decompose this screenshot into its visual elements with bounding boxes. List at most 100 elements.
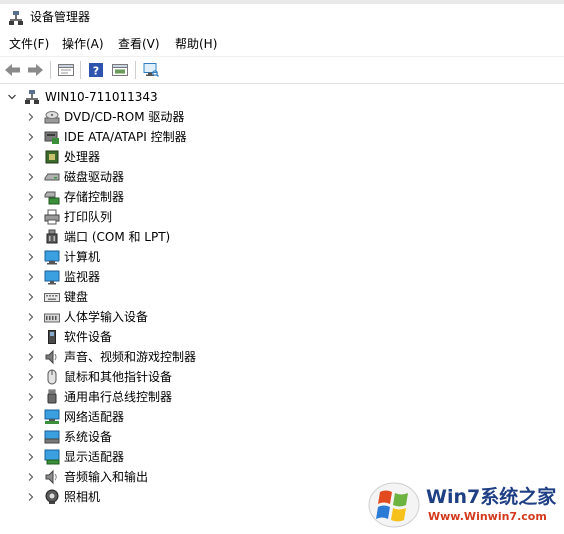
update-driver-icon[interactable] [109,59,131,81]
menu-help[interactable]: 帮助(H) [175,36,217,52]
disk-drive-icon [44,169,60,185]
svg-text:?: ? [93,65,99,78]
forward-arrow-icon[interactable] [24,59,46,81]
expand-chevron-icon[interactable] [25,427,37,447]
tree-node[interactable]: 端口 (COM 和 LPT) [0,227,564,247]
tree-node[interactable]: 处理器 [0,147,564,167]
tree-node[interactable]: 网络适配器 [0,407,564,427]
expand-chevron-icon[interactable] [25,167,37,187]
help-icon[interactable]: ? [85,59,107,81]
tree-node[interactable]: 键盘 [0,287,564,307]
tree-node[interactable]: 人体学输入设备 [0,307,564,327]
processor-icon [44,149,60,165]
camera-icon [44,489,60,505]
audio-io-icon [44,469,60,485]
expand-chevron-icon[interactable] [25,407,37,427]
menu-file[interactable]: 文件(F) [9,36,49,52]
tree-node[interactable]: 显示适配器 [0,447,564,467]
tree-node[interactable]: 软件设备 [0,327,564,347]
tree-node[interactable]: 通用串行总线控制器 [0,387,564,407]
tree-node-label: 通用串行总线控制器 [64,390,173,404]
tree-node[interactable]: 系统设备 [0,427,564,447]
menu-action[interactable]: 操作(A) [62,36,104,52]
hid-icon [44,309,60,325]
port-icon [44,229,60,245]
tree-node-label: 系统设备 [64,430,113,444]
tree-node-label: 键盘 [64,290,89,304]
storage-controller-icon [44,189,60,205]
printer-icon [44,209,60,225]
expand-chevron-icon[interactable] [25,147,37,167]
usb-icon [44,389,60,405]
tree-node[interactable]: 磁盘驱动器 [0,167,564,187]
win7-watermark-logo: Win7系统之家 Www.Winwin7.com [366,478,558,530]
tree-node[interactable]: 监视器 [0,267,564,287]
windows-flag-icon [368,482,420,528]
display-adapter-icon [44,449,60,465]
expand-chevron-icon[interactable] [25,207,37,227]
tree-node[interactable]: 打印队列 [0,207,564,227]
tree-node-label: 网络适配器 [64,410,125,424]
tree-node[interactable]: IDE ATA/ATAPI 控制器 [0,127,564,147]
scan-hardware-icon[interactable] [140,59,162,81]
expand-chevron-icon[interactable] [25,467,37,487]
menu-view[interactable]: 查看(V) [118,36,160,52]
expand-chevron-icon[interactable] [25,187,37,207]
tree-node-label: 声音、视频和游戏控制器 [64,350,197,364]
computer-network-icon [24,89,40,105]
tree-node[interactable]: DVD/CD-ROM 驱动器 [0,107,564,127]
properties-icon[interactable] [55,59,77,81]
tree-node-label: 人体学输入设备 [64,310,149,324]
tree-node-label: IDE ATA/ATAPI 控制器 [64,130,187,144]
expand-chevron-icon[interactable] [25,287,37,307]
tree-node-label: 磁盘驱动器 [64,170,125,184]
collapse-chevron-icon[interactable] [6,87,18,107]
expand-chevron-icon[interactable] [25,227,37,247]
menu-bar: 文件(F) 操作(A) 查看(V) 帮助(H) [0,33,564,55]
tree-node-label: 计算机 [64,250,101,264]
tree-node[interactable]: 声音、视频和游戏控制器 [0,347,564,367]
expand-chevron-icon[interactable] [25,387,37,407]
tree-node-label: 软件设备 [64,330,113,344]
mouse-icon [44,369,60,385]
title-bar[interactable]: 设备管理器 [0,4,564,30]
tree-root-label: WIN10-711011343 [45,90,158,104]
expand-chevron-icon[interactable] [25,327,37,347]
tree-node[interactable]: 存储控制器 [0,187,564,207]
expand-chevron-icon[interactable] [25,247,37,267]
expand-chevron-icon[interactable] [25,487,37,507]
software-device-icon [44,329,60,345]
monitor-icon [44,269,60,285]
computer-icon [44,249,60,265]
ide-controller-icon [44,129,60,145]
expand-chevron-icon[interactable] [25,107,37,127]
expand-chevron-icon[interactable] [25,127,37,147]
expand-chevron-icon[interactable] [25,307,37,327]
tree-node-label: 端口 (COM 和 LPT) [64,230,171,244]
toolbar-separator [135,61,136,79]
dvd-drive-icon [44,109,60,125]
tree-node[interactable]: 计算机 [0,247,564,267]
device-tree[interactable]: WIN10-711011343 DVD/CD-ROM 驱动器 IDE ATA/A… [0,84,564,534]
tree-node-label: 打印队列 [64,210,113,224]
toolbar: ? [0,56,564,84]
toolbar-separator [80,61,81,79]
tree-node[interactable]: 鼠标和其他指针设备 [0,367,564,387]
sound-icon [44,349,60,365]
toolbar-separator [50,61,51,79]
system-device-icon [44,429,60,445]
tree-node-label: 鼠标和其他指针设备 [64,370,173,384]
device-manager-app-icon [8,10,24,26]
network-adapter-icon [44,409,60,425]
expand-chevron-icon[interactable] [25,347,37,367]
expand-chevron-icon[interactable] [25,447,37,467]
back-arrow-icon[interactable] [2,59,24,81]
tree-node-label: 监视器 [64,270,101,284]
watermark-title: Win7系统之家 [426,486,557,508]
watermark-url: Www.Winwin7.com [428,510,547,523]
tree-node-label: 显示适配器 [64,450,125,464]
window-title: 设备管理器 [30,10,91,24]
expand-chevron-icon[interactable] [25,367,37,387]
expand-chevron-icon[interactable] [25,267,37,287]
tree-root[interactable]: WIN10-711011343 [0,87,564,107]
